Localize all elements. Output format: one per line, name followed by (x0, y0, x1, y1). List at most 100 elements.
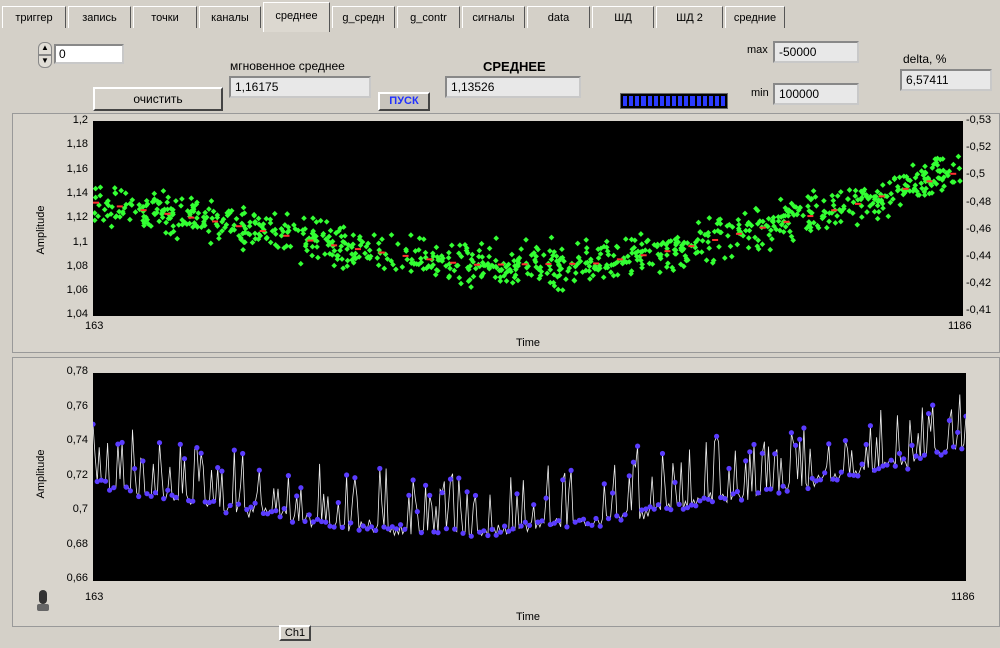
tab-4[interactable]: каналы (199, 6, 261, 28)
max-field[interactable]: -50000 (773, 41, 859, 63)
graph1-point (821, 197, 827, 204)
graph1-point (188, 195, 195, 202)
graph1-point (446, 249, 452, 256)
graph1-point (777, 196, 784, 203)
graph2-point (772, 451, 778, 457)
graph2-point (348, 520, 354, 526)
graph2-point (402, 526, 408, 532)
graph1-point (858, 214, 865, 220)
graph2-x-start: 163 (85, 591, 104, 603)
graph1-point (342, 232, 348, 239)
graph2-point (522, 519, 528, 525)
graph1-point (216, 235, 222, 242)
graph1-point (638, 231, 644, 237)
graph1-point (445, 254, 452, 261)
min-field[interactable]: 100000 (773, 83, 859, 105)
graph2-point (780, 483, 786, 489)
progress-segment (708, 96, 713, 106)
graph1-point (583, 245, 590, 251)
graph2-point (580, 516, 587, 522)
graph1-point (706, 245, 713, 252)
graph1-point (310, 215, 316, 222)
tab-panel-average: ▲ ▼ 0 мгновенное среднее 1,16175 очистит… (0, 32, 1000, 648)
graph2-point (414, 509, 420, 515)
graph1-point (879, 182, 886, 188)
graph1-point (725, 232, 731, 239)
graph1-point (127, 216, 133, 223)
clear-button[interactable]: очистить (93, 87, 223, 111)
graph2-point (589, 522, 595, 528)
graph2-point (140, 458, 146, 464)
graph2-x-end: 1186 (951, 591, 975, 603)
graph1-point (787, 228, 793, 235)
graph1-point (247, 219, 253, 226)
graph2-point (934, 449, 940, 455)
graph1-y-tick: 1,1 (72, 235, 88, 248)
tab-2[interactable]: запись (68, 6, 131, 28)
graph2-y-tick: 0,68 (66, 537, 88, 550)
graph1-point (395, 241, 401, 247)
graph2-point (926, 411, 932, 417)
decrement-arrow-icon[interactable]: ▼ (38, 55, 52, 68)
graph1-point (745, 244, 752, 251)
graph1-point (337, 247, 343, 254)
graph2-point (751, 441, 757, 448)
graph1-point (871, 208, 878, 215)
tab-10[interactable]: ШД (592, 6, 654, 28)
graph1-point (476, 247, 483, 254)
graph1-point (721, 255, 728, 261)
numeric-input[interactable]: 0 (54, 44, 124, 64)
increment-arrow-icon[interactable]: ▲ (38, 42, 52, 55)
graph2-point (714, 433, 720, 439)
tab-12[interactable]: средние (725, 6, 785, 28)
graph2-y-tick: 0,78 (66, 365, 88, 377)
graph2-point (593, 515, 599, 522)
graph2-point (734, 488, 741, 495)
tab-8[interactable]: сигналы (462, 6, 525, 28)
graph1-point (486, 253, 492, 260)
graph2-point (610, 490, 616, 496)
tab-7[interactable]: g_contr (397, 6, 460, 28)
graph1-point (518, 246, 525, 252)
graph2-point (356, 527, 362, 533)
graph2-point (672, 479, 678, 485)
graph2-point (472, 492, 479, 499)
graph1-point (194, 215, 200, 221)
graph2-point (909, 442, 915, 448)
graph2-point (738, 497, 745, 503)
graph2-point (955, 429, 961, 435)
graph2-point (406, 492, 412, 498)
tab-5[interactable]: среднее (263, 2, 330, 32)
graph1-point (240, 204, 247, 211)
tab-11[interactable]: ШД 2 (656, 6, 723, 28)
graph2-point (427, 492, 433, 498)
tab-9[interactable]: data (527, 6, 590, 28)
graph2-point (921, 452, 928, 458)
toggle-switch-icon[interactable] (37, 590, 49, 612)
legend-ch1[interactable]: Ch1 (279, 625, 311, 641)
start-button[interactable]: ПУСК (378, 92, 430, 111)
graph1-point (955, 153, 962, 160)
graph1-point (844, 196, 851, 202)
graph1-y-tick: 1,12 (66, 211, 88, 224)
tab-6[interactable]: g_средн (332, 6, 395, 28)
min-label: min (751, 87, 769, 99)
graph1-point (829, 192, 836, 199)
graph2-y-tick: 0,74 (66, 434, 88, 446)
graph1-y-tick: 1,18 (66, 138, 88, 151)
graph1-point (852, 187, 859, 194)
graph1-point (563, 276, 569, 283)
graph2-point (464, 489, 470, 495)
graph1-point (746, 227, 753, 234)
graph2-point (231, 447, 237, 453)
graph1-point (834, 213, 840, 219)
graph1-point (583, 237, 590, 243)
graph2-point (418, 530, 424, 536)
graph2-point (560, 477, 566, 483)
numeric-stepper[interactable]: ▲ ▼ (38, 42, 52, 68)
graph1-point (132, 209, 139, 215)
tab-3[interactable]: точки (133, 6, 197, 28)
graph1-point (742, 210, 748, 217)
tab-1[interactable]: триггер (2, 6, 66, 28)
graph2-point (102, 478, 109, 484)
